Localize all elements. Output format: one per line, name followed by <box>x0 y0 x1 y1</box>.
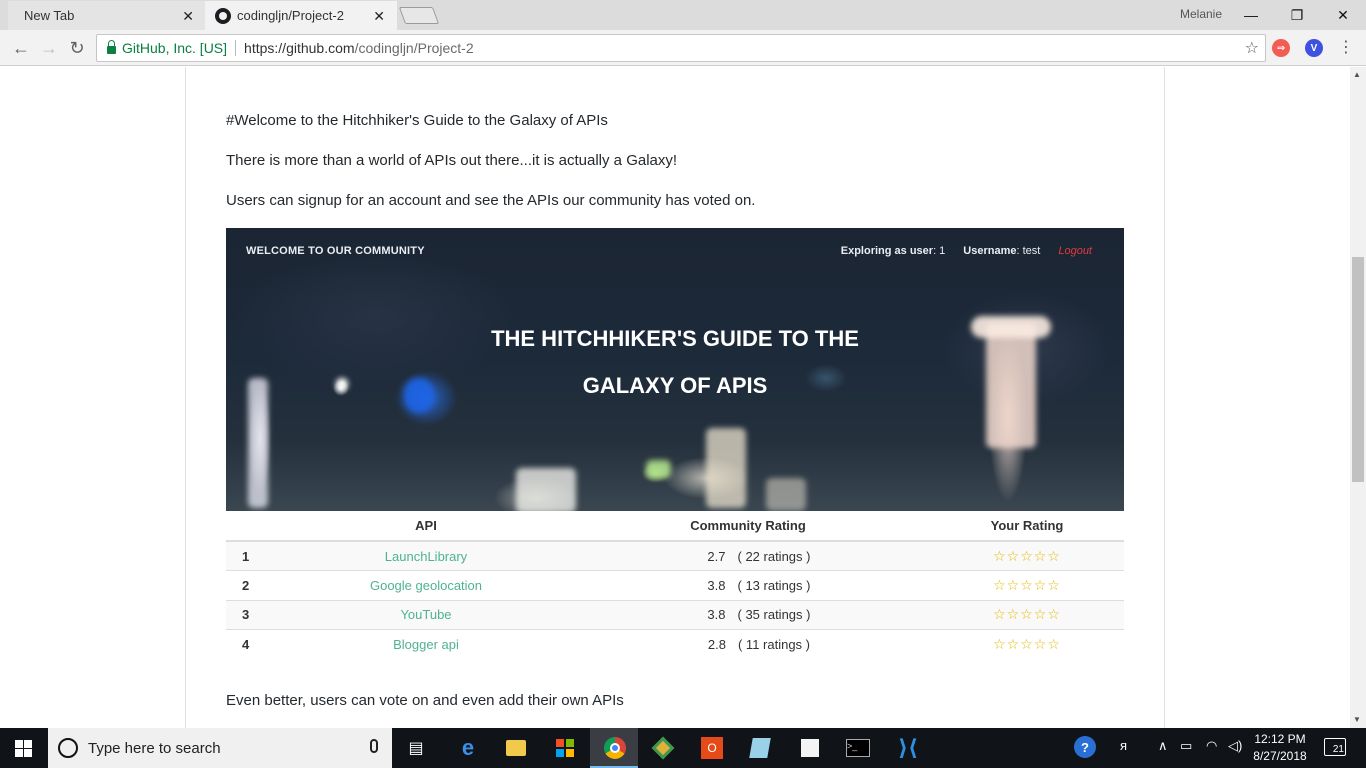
file-explorer-icon[interactable] <box>504 736 528 760</box>
readme-vote-line: Even better, users can vote on and even … <box>226 692 624 709</box>
community-rating-cell: 2.8( 11 ratings ) <box>566 629 930 660</box>
clock-time: 12:12 PM <box>1254 732 1306 746</box>
cortana-icon <box>58 738 78 758</box>
more-vert-icon[interactable]: ⋮ <box>1338 37 1354 57</box>
exploring-as-user: Exploring as user: 1 <box>840 245 946 257</box>
table-row: 3 YouTube 3.8( 35 ratings ) ☆☆☆☆☆ <box>226 599 1124 630</box>
profile-name[interactable]: Melanie <box>1180 7 1222 21</box>
username-info: Username: test <box>963 245 1041 257</box>
star-rating-input[interactable]: ☆☆☆☆☆ <box>930 570 1124 601</box>
help-icon[interactable]: ? <box>1074 736 1096 758</box>
new-tab-button[interactable] <box>398 7 440 24</box>
chrome-icon[interactable] <box>603 736 627 760</box>
your-rating-header: Your Rating <box>930 511 1124 542</box>
browser-toolbar: ← → ↻ GitHub, Inc. [US] https://github.c… <box>0 30 1366 66</box>
chevron-up-icon[interactable]: ∧ <box>1158 738 1168 754</box>
close-tab-icon[interactable]: ✕ <box>182 8 194 25</box>
address-bar[interactable]: GitHub, Inc. [US] https://github.com/cod… <box>96 34 1266 62</box>
tab-new-tab[interactable]: New Tab ✕ <box>8 1 206 30</box>
banner-user-info: Exploring as user: 1 Username: test Logo… <box>841 245 1092 257</box>
url-host: https://github.com <box>244 40 355 56</box>
readme-intro-line: There is more than a world of APIs out t… <box>226 152 678 169</box>
scroll-down-icon[interactable]: ▼ <box>1353 715 1361 724</box>
community-rating-cell: 3.8( 35 ratings ) <box>566 599 930 630</box>
tab-title: New Tab <box>24 8 75 23</box>
community-rating-header: Community Rating <box>566 511 930 542</box>
wifi-icon[interactable]: ◠ <box>1206 738 1217 754</box>
table-row: 1 LaunchLibrary 2.7( 22 ratings ) ☆☆☆☆☆ <box>226 540 1124 571</box>
rank-header <box>226 511 286 542</box>
readme-signup-line: Users can signup for an account and see … <box>226 192 756 209</box>
notifications-icon[interactable]: 21 <box>1324 738 1346 756</box>
rank-cell: 2 <box>226 570 286 601</box>
api-link[interactable]: Blogger api <box>286 629 566 660</box>
star-rating-input[interactable]: ☆☆☆☆☆ <box>930 540 1124 571</box>
table-row: 4 Blogger api 2.8( 11 ratings ) ☆☆☆☆☆ <box>226 629 1124 660</box>
community-rating-cell: 2.7( 22 ratings ) <box>566 540 930 571</box>
microphone-icon[interactable] <box>370 739 378 753</box>
security-label: GitHub, Inc. [US] <box>122 40 228 56</box>
minimize-icon[interactable]: — <box>1228 2 1274 28</box>
edge-icon[interactable]: e <box>456 735 480 760</box>
extension-v-icon[interactable]: V <box>1305 39 1323 57</box>
star-rating-input[interactable]: ☆☆☆☆☆ <box>930 629 1124 660</box>
banner-title-line-1: THE HITCHHIKER'S GUIDE TO THE <box>491 326 859 351</box>
star-rating-input[interactable]: ☆☆☆☆☆ <box>930 599 1124 630</box>
close-window-icon[interactable]: ✕ <box>1320 2 1366 28</box>
rank-cell: 4 <box>226 629 286 660</box>
readme-heading-line: #Welcome to the Hitchhiker's Guide to th… <box>226 112 608 129</box>
arrow-left-icon[interactable]: ← <box>9 36 33 60</box>
community-rating-cell: 3.8( 13 ratings ) <box>566 570 930 601</box>
store-icon[interactable] <box>553 736 577 760</box>
restore-icon[interactable]: ❐ <box>1274 2 1320 28</box>
terminal-icon[interactable]: >_ <box>845 736 871 760</box>
windows-start-icon[interactable] <box>15 740 32 757</box>
battery-icon[interactable]: ▭ <box>1180 738 1192 754</box>
page-viewport: #Welcome to the Hitchhiker's Guide to th… <box>0 67 1350 728</box>
api-ratings-table: API Community Rating Your Rating 1 Launc… <box>226 511 1124 660</box>
clock-date: 8/27/2018 <box>1253 749 1307 763</box>
task-view-icon[interactable]: ▤ <box>404 736 428 760</box>
reload-icon[interactable]: ↻ <box>65 36 89 60</box>
scroll-up-icon[interactable]: ▲ <box>1353 70 1361 79</box>
extension-icon[interactable]: ⇒ <box>1272 39 1290 57</box>
sticky-notes-icon[interactable] <box>798 736 822 760</box>
lock-icon <box>107 40 116 54</box>
browser-title-bar: New Tab ✕ codingljn/Project-2 ✕ Melanie … <box>0 0 1366 30</box>
notepad-icon[interactable] <box>748 736 772 760</box>
url-path: /codingljn/Project-2 <box>354 40 474 56</box>
windows-taskbar: Type here to search ▤ e O >_ ⟩⟨ ? ᴙ ∧ ▭ … <box>0 728 1366 768</box>
api-link[interactable]: Google geolocation <box>286 570 566 601</box>
api-header: API <box>286 511 566 542</box>
table-row: 2 Google geolocation 3.8( 13 ratings ) ☆… <box>226 570 1124 601</box>
vscode-icon[interactable]: ⟩⟨ <box>896 735 920 760</box>
tab-title: codingljn/Project-2 <box>237 8 344 23</box>
page-scrollbar[interactable]: ▲ ▼ <box>1350 67 1366 728</box>
taskbar-search-input[interactable]: Type here to search <box>48 728 392 768</box>
close-tab-icon[interactable]: ✕ <box>373 8 385 25</box>
api-link[interactable]: LaunchLibrary <box>286 540 566 571</box>
banner-title-line-2: GALAXY OF APIS <box>582 373 768 398</box>
api-link[interactable]: YouTube <box>286 599 566 630</box>
star-icon[interactable]: ☆ <box>1245 38 1259 58</box>
office-icon[interactable]: O <box>700 736 724 760</box>
people-icon[interactable]: ᴙ <box>1120 738 1127 753</box>
search-placeholder: Type here to search <box>88 739 221 757</box>
system-clock[interactable]: 12:12 PM 8/27/2018 <box>1248 731 1312 765</box>
scroll-thumb[interactable] <box>1352 257 1364 482</box>
app-banner-image: WELCOME TO OUR COMMUNITY Exploring as us… <box>226 228 1124 511</box>
git-icon[interactable] <box>651 736 675 760</box>
divider <box>235 40 237 56</box>
github-favicon-icon <box>215 7 231 24</box>
banner-nav-title[interactable]: WELCOME TO OUR COMMUNITY <box>246 245 425 257</box>
rank-cell: 3 <box>226 599 286 630</box>
arrow-right-icon[interactable]: → <box>37 36 61 60</box>
volume-icon[interactable]: ◁) <box>1228 738 1242 754</box>
logout-link[interactable]: Logout <box>1058 245 1092 257</box>
notification-count: 21 <box>1332 744 1344 755</box>
rank-cell: 1 <box>226 540 286 571</box>
tab-project-2[interactable]: codingljn/Project-2 ✕ <box>205 1 397 30</box>
table-header-row: API Community Rating Your Rating <box>226 511 1124 542</box>
